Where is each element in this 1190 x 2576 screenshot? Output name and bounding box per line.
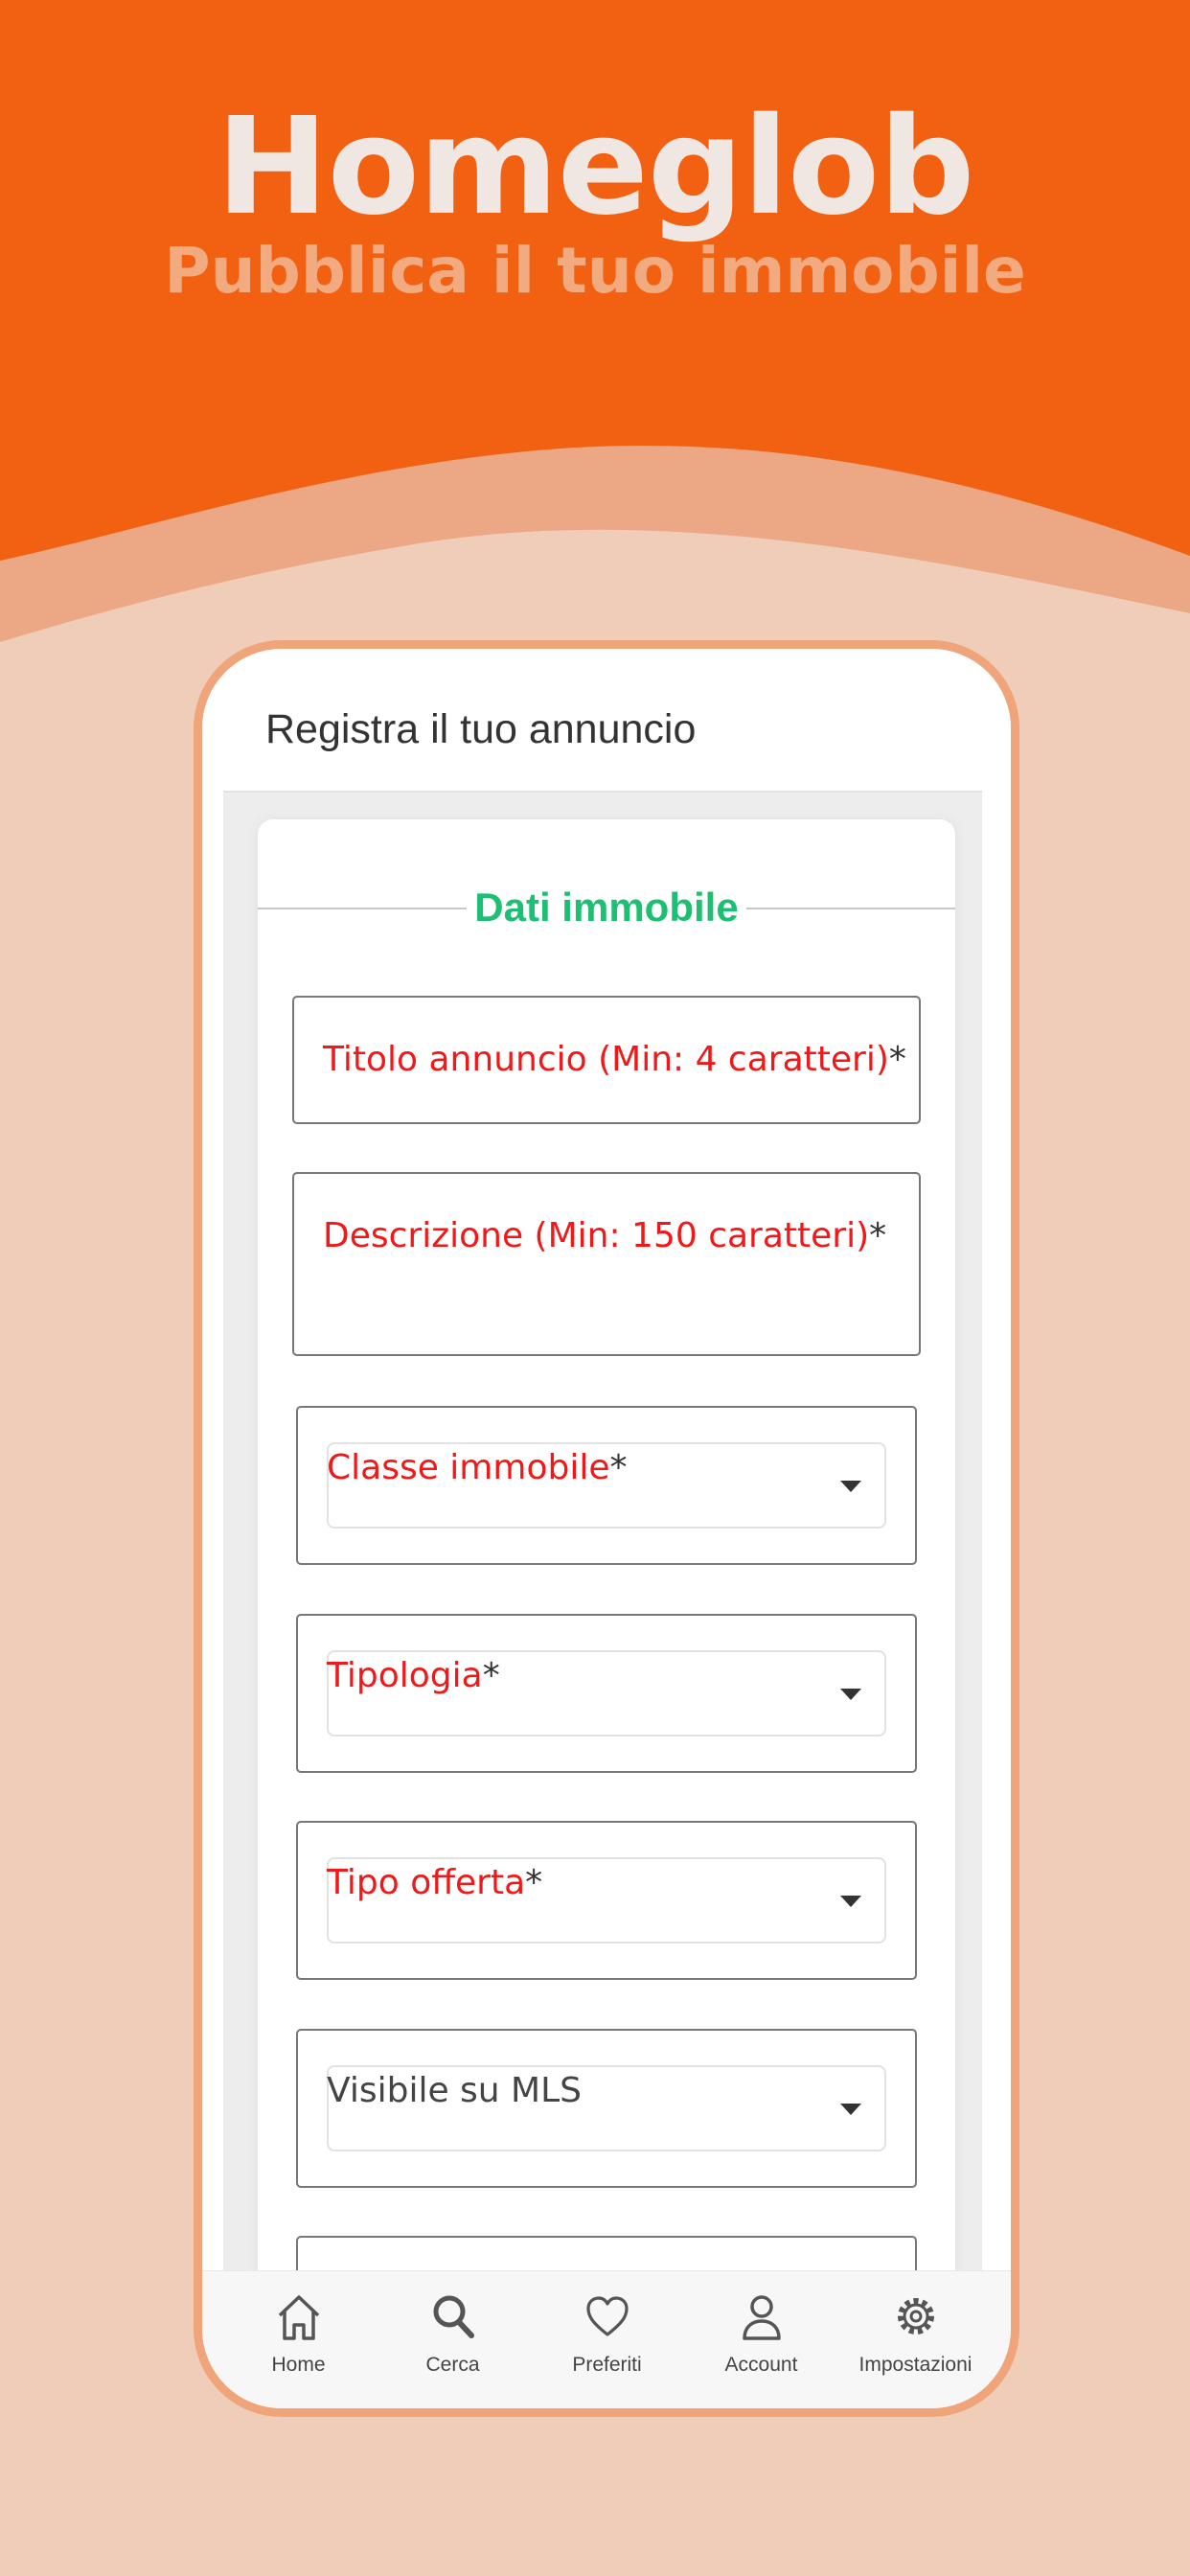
- mls-visibility-select[interactable]: Visibile su MLS: [296, 2029, 917, 2188]
- chevron-down-icon: [840, 1896, 861, 1907]
- phone-frame: Registra il tuo annuncio Dati immobile T…: [194, 640, 1019, 2417]
- tab-account-label: Account: [724, 2354, 798, 2376]
- page-title: Registra il tuo annuncio: [265, 706, 697, 752]
- form-scroll-area[interactable]: Dati immobile Titolo annuncio (Min: 4 ca…: [223, 793, 982, 2408]
- tab-account[interactable]: Account: [684, 2271, 838, 2386]
- typology-select[interactable]: Tipologia*: [296, 1614, 917, 1773]
- mls-visibility-label: Visibile su MLS: [327, 2071, 583, 2110]
- typology-label: Tipologia*: [327, 1656, 500, 1695]
- tab-search[interactable]: Cerca: [376, 2271, 530, 2386]
- hero-title: Homeglob: [216, 89, 975, 245]
- tab-home-label: Home: [271, 2354, 326, 2376]
- tab-settings-label: Impostazioni: [858, 2354, 973, 2376]
- hero-subtitle: Pubblica il tuo immobile: [164, 234, 1026, 308]
- section-title: Dati immobile: [474, 885, 739, 930]
- offer-type-label: Tipo offerta*: [327, 1863, 543, 1902]
- tab-home[interactable]: Home: [221, 2271, 376, 2386]
- tab-favorites-label: Preferiti: [572, 2354, 642, 2376]
- property-class-label: Classe immobile*: [327, 1448, 628, 1487]
- gear-icon: [897, 2298, 934, 2334]
- home-icon: [278, 2295, 319, 2340]
- chevron-down-icon: [840, 1689, 861, 1700]
- tab-settings[interactable]: Impostazioni: [838, 2271, 993, 2386]
- tab-favorites[interactable]: Preferiti: [530, 2271, 684, 2386]
- user-icon: [742, 2295, 781, 2340]
- chevron-down-icon: [840, 2104, 861, 2115]
- tab-search-label: Cerca: [425, 2354, 480, 2376]
- description-textarea[interactable]: Descrizione (Min: 150 caratteri)*: [292, 1172, 921, 1356]
- bottom-tab-bar: Home Cerca Preferiti Account Impostazion…: [202, 2270, 1011, 2408]
- heart-icon: [585, 2296, 629, 2336]
- app-header: Registra il tuo annuncio: [202, 649, 1011, 793]
- title-input-label: Titolo annuncio (Min: 4 caratteri)*: [323, 1040, 906, 1079]
- offer-type-select[interactable]: Tipo offerta*: [296, 1821, 917, 1980]
- description-label: Descrizione (Min: 150 caratteri)*: [323, 1216, 887, 1255]
- search-icon: [433, 2295, 474, 2338]
- form-card: Dati immobile Titolo annuncio (Min: 4 ca…: [258, 819, 955, 2408]
- property-class-select[interactable]: Classe immobile*: [296, 1406, 917, 1565]
- title-input[interactable]: Titolo annuncio (Min: 4 caratteri)*: [292, 996, 921, 1124]
- chevron-down-icon: [840, 1481, 861, 1492]
